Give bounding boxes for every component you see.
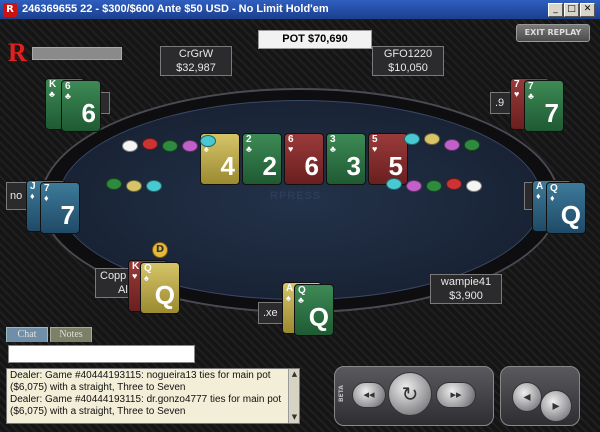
card-rank-big: 7 bbox=[60, 200, 75, 230]
minimize-button[interactable]: _ bbox=[548, 3, 563, 17]
felt-logo: RPRESS bbox=[270, 190, 322, 202]
chip bbox=[426, 180, 442, 192]
player-stack: $3,900 bbox=[449, 290, 483, 302]
beta-badge: BETA bbox=[338, 385, 345, 403]
arrow-left-icon: ◂ bbox=[523, 389, 531, 405]
card-suit: ♣ bbox=[528, 91, 534, 101]
card-rank-big: 2 bbox=[262, 151, 277, 181]
chip bbox=[182, 140, 198, 152]
hole-card: Q ♣ Q bbox=[294, 284, 334, 336]
card-suit: ♣ bbox=[49, 89, 55, 99]
chat-input[interactable] bbox=[8, 345, 195, 363]
tab-notes[interactable]: Notes bbox=[50, 327, 92, 342]
card-suit: ♥ bbox=[514, 89, 520, 99]
chip bbox=[122, 140, 138, 152]
maximize-button[interactable]: □ bbox=[564, 3, 579, 17]
rewind-icon: ◂◂ bbox=[363, 388, 375, 401]
chip bbox=[406, 180, 422, 192]
card-rank-big: 6 bbox=[81, 98, 96, 128]
seat-gfo1220[interactable]: GFO1220 $10,050 bbox=[372, 46, 444, 76]
player-stack: $10,050 bbox=[388, 62, 428, 74]
app-icon: R bbox=[3, 3, 17, 17]
chip bbox=[466, 180, 482, 192]
forward-button[interactable]: ▸▸ bbox=[436, 382, 476, 408]
board-card: 6 ♥ 6 bbox=[284, 133, 324, 185]
card-suit: ♦ bbox=[536, 191, 541, 201]
chat-scrollbar[interactable]: ▲ ▼ bbox=[288, 369, 299, 423]
hole-card: 7 ♣ 7 bbox=[524, 80, 564, 132]
hole-card: Q ♠ Q bbox=[140, 262, 180, 314]
board-card: 2 ♣ 2 bbox=[242, 133, 282, 185]
poker-table-area: RPRESS R EXIT REPLAY POT $70,690 CrGrW $… bbox=[0, 20, 600, 432]
card-rank-big: 6 bbox=[304, 151, 319, 181]
seat-crgrw[interactable]: CrGrW $32,987 bbox=[160, 46, 232, 76]
chip bbox=[424, 133, 440, 145]
window-titlebar: R 246369655 22 - $300/$600 Ante $50 USD … bbox=[0, 0, 600, 20]
scroll-down-icon[interactable]: ▼ bbox=[290, 413, 299, 422]
seat-wampie41[interactable]: wampie41 $3,900 bbox=[430, 274, 502, 304]
card-suit: ♦ bbox=[550, 193, 555, 203]
card-suit: ♥ bbox=[288, 144, 294, 154]
card-suit: ♦ bbox=[30, 191, 35, 201]
chip bbox=[146, 180, 162, 192]
forward-icon: ▸▸ bbox=[450, 388, 462, 401]
chip bbox=[162, 140, 178, 152]
pot-label: POT $70,690 bbox=[258, 30, 372, 49]
card-suit: ♠ bbox=[286, 293, 291, 303]
chat-line: ($6,075) with a straight, Three to Seven bbox=[10, 382, 186, 393]
chat-line: Dealer: Game #40444193115: nogueira13 ti… bbox=[10, 370, 271, 381]
previous-hand-button[interactable]: ◂ bbox=[512, 382, 542, 412]
chip bbox=[126, 180, 142, 192]
card-rank-big: Q bbox=[154, 280, 175, 310]
card-suit: ♦ bbox=[44, 193, 49, 203]
chip bbox=[404, 133, 420, 145]
hole-card: Q ♦ Q bbox=[546, 182, 586, 234]
chip bbox=[142, 138, 158, 150]
card-rank-big: 4 bbox=[220, 151, 235, 181]
card-suit: ♥ bbox=[372, 144, 378, 154]
chat-log[interactable]: Dealer: Game #40444193115: nogueira13 ti… bbox=[6, 368, 300, 424]
site-logo: R bbox=[8, 38, 27, 67]
scroll-up-icon[interactable]: ▲ bbox=[290, 370, 299, 379]
rewind-button[interactable]: ◂◂ bbox=[352, 382, 386, 408]
arrow-right-icon: ▸ bbox=[552, 398, 560, 414]
replay-icon: ↻ bbox=[401, 382, 419, 406]
card-rank-big: 5 bbox=[388, 151, 403, 181]
close-button[interactable]: ✕ bbox=[580, 3, 595, 17]
chip bbox=[464, 139, 480, 151]
window-title: 246369655 22 - $300/$600 Ante $50 USD - … bbox=[22, 3, 329, 15]
player-stack: $32,987 bbox=[176, 62, 216, 74]
dealer-button: D bbox=[152, 242, 168, 258]
card-rank-big: 7 bbox=[544, 98, 559, 128]
chip bbox=[386, 178, 402, 190]
card-rank-big: 3 bbox=[346, 151, 361, 181]
next-hand-button[interactable]: ▸ bbox=[540, 390, 572, 422]
chip bbox=[200, 135, 216, 147]
chat-line: ($6,075) with a straight, Three to Seven bbox=[10, 406, 186, 417]
player-name: CrGrW bbox=[178, 48, 214, 60]
board-card: 5 ♥ 5 bbox=[368, 133, 408, 185]
card-rank-big: Q bbox=[308, 302, 329, 332]
play-button[interactable]: ↻ bbox=[388, 372, 432, 416]
card-suit: ♣ bbox=[298, 295, 304, 305]
card-suit: ♣ bbox=[330, 144, 336, 154]
card-suit: ♣ bbox=[65, 91, 71, 101]
player-name: GFO1220 bbox=[383, 48, 433, 60]
hole-card: 7 ♦ 7 bbox=[40, 182, 80, 234]
exit-replay-button[interactable]: EXIT REPLAY bbox=[516, 24, 590, 42]
player-name: wampie41 bbox=[440, 276, 492, 288]
tab-chat[interactable]: Chat bbox=[6, 327, 48, 342]
card-rank-big: Q bbox=[560, 200, 581, 230]
chip bbox=[106, 178, 122, 190]
card-suit: ♣ bbox=[246, 144, 252, 154]
card-suit: ♠ bbox=[144, 273, 149, 283]
chip bbox=[446, 178, 462, 190]
board-card: 3 ♣ 3 bbox=[326, 133, 366, 185]
chip bbox=[444, 139, 460, 151]
hole-card: 6 ♣ 6 bbox=[61, 80, 101, 132]
logo-bar bbox=[32, 47, 122, 60]
card-suit: ♥ bbox=[132, 271, 138, 281]
chat-line: Dealer: Game #40444193115: dr.gonzo4777 … bbox=[10, 394, 282, 405]
